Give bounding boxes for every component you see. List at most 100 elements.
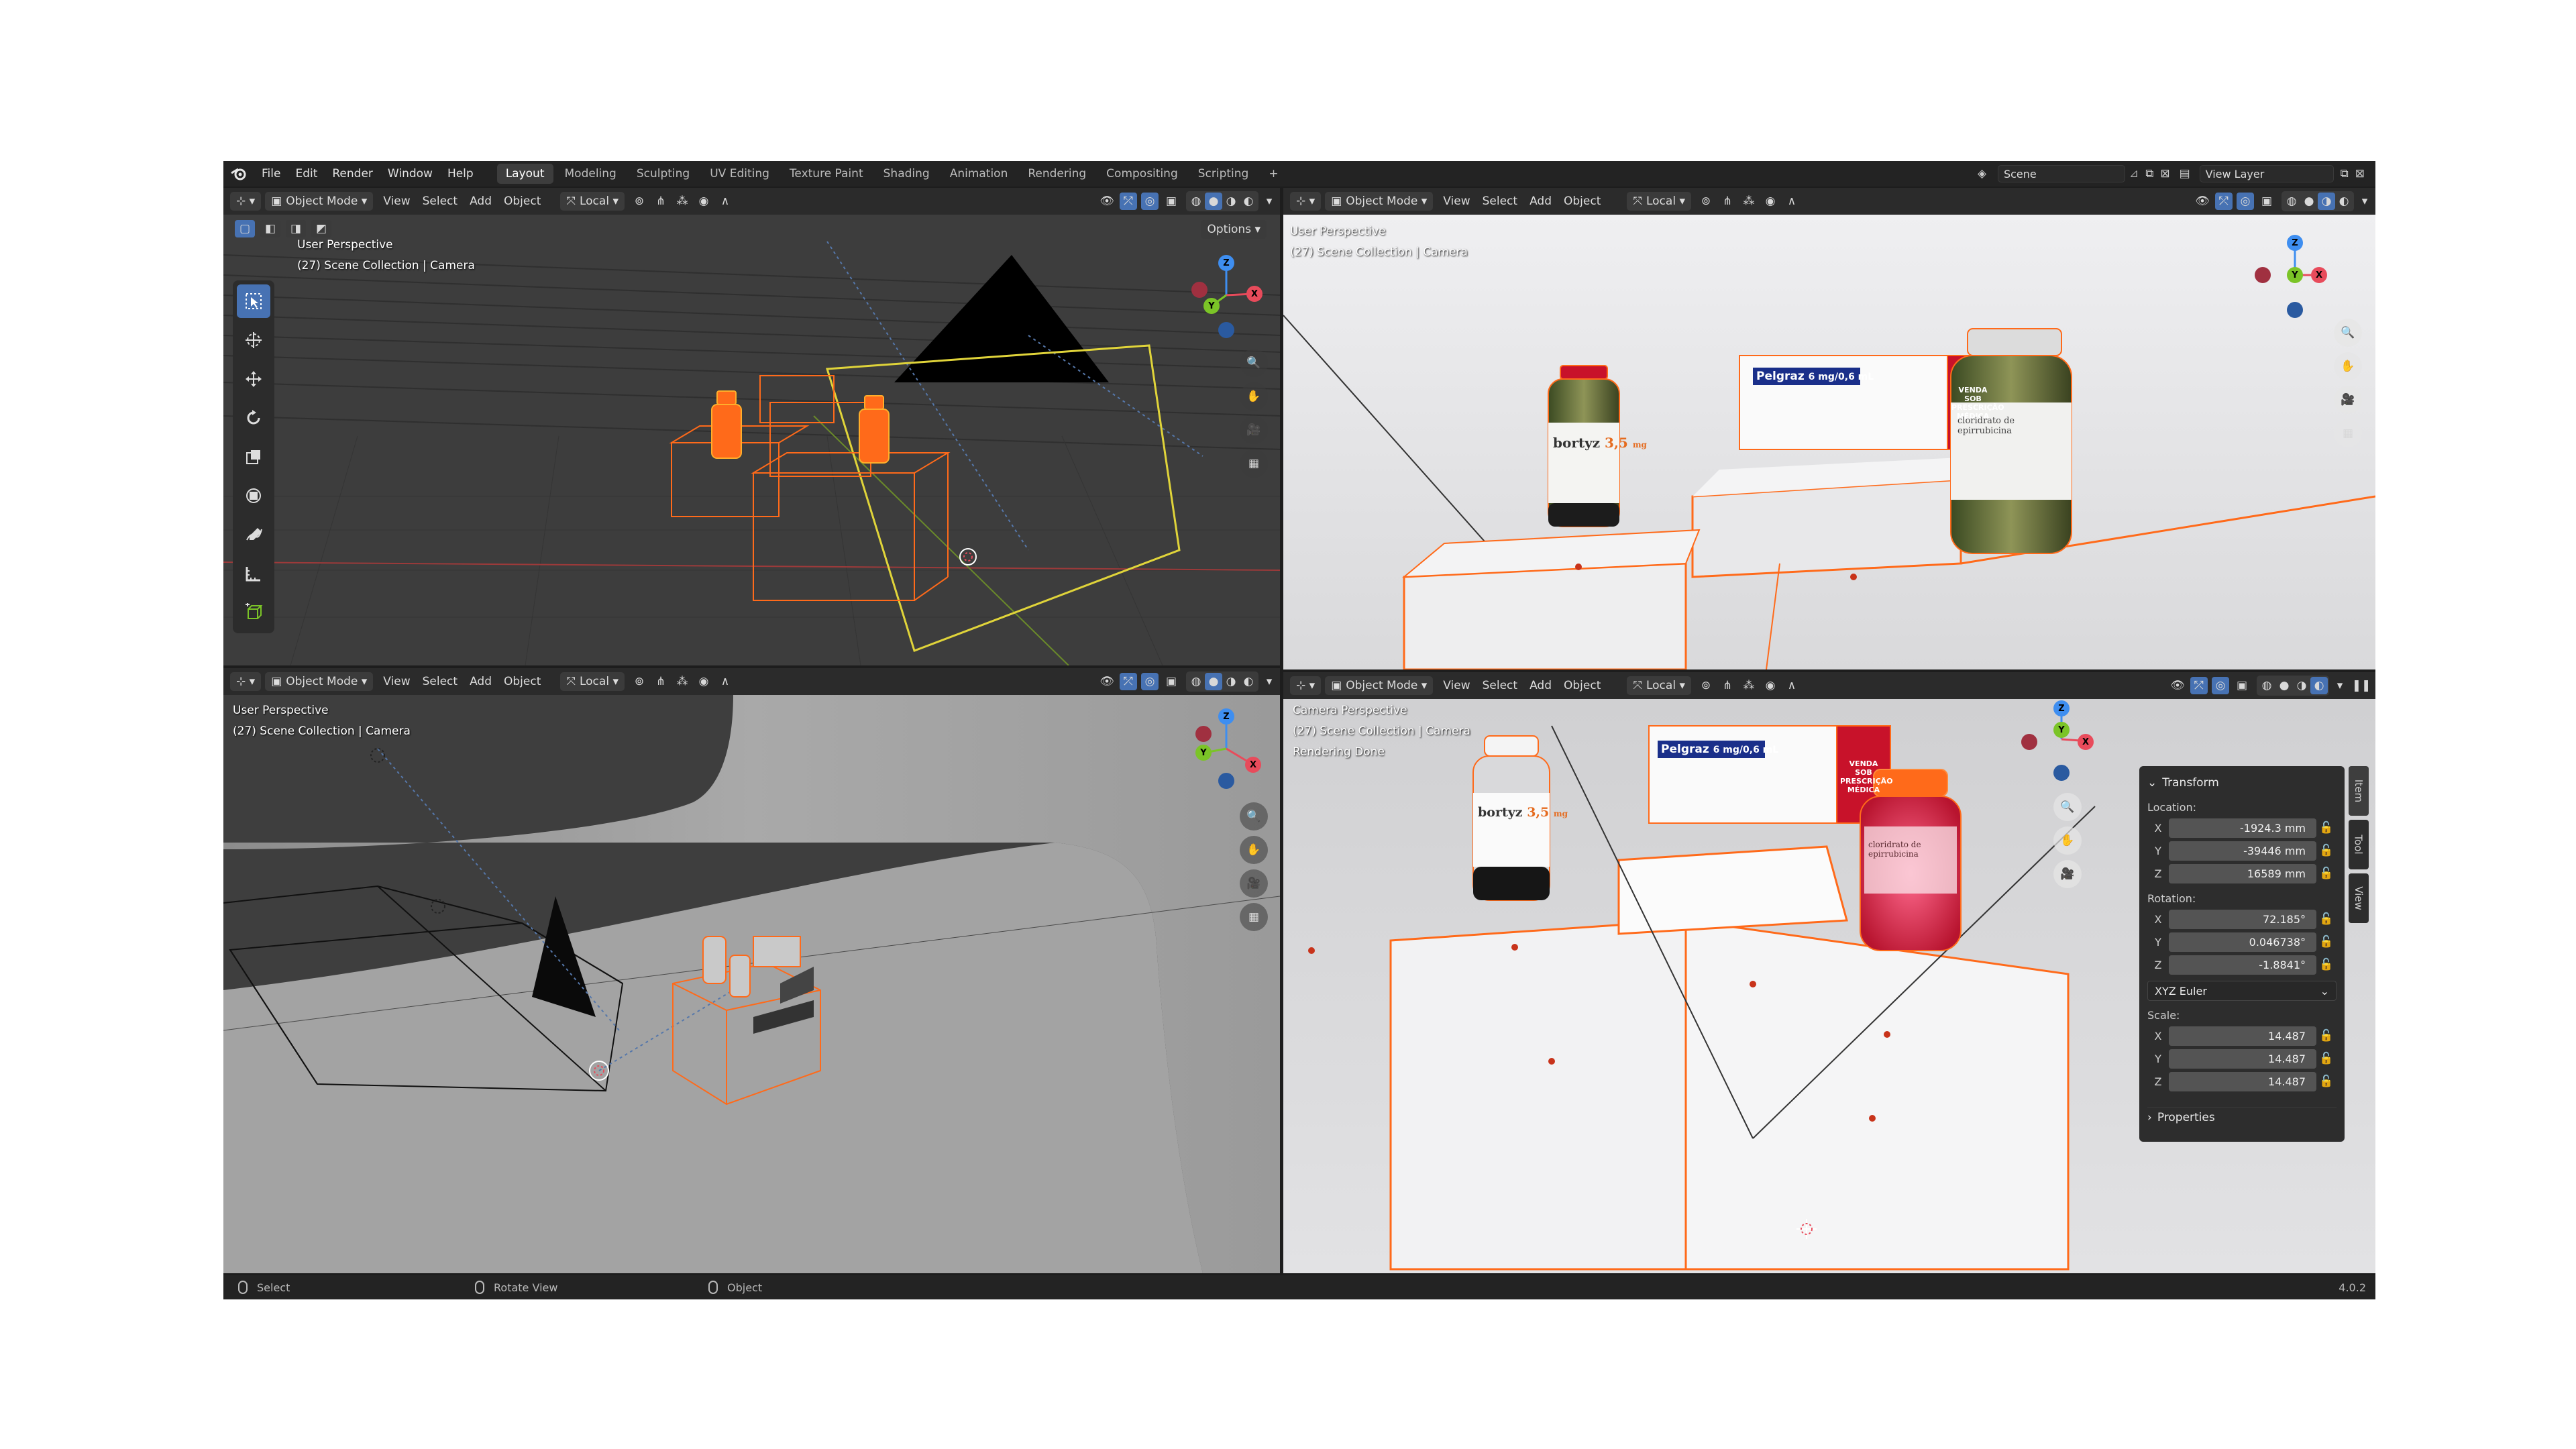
viewport-bottom-left[interactable]: ⊹ ▾ ▣ Object Mode ▾ View Select Add Objec… <box>223 668 1280 1273</box>
mode-dropdown[interactable]: ▣ Object Mode ▾ <box>1325 676 1434 695</box>
gizmo-z-axis[interactable]: Z <box>1218 255 1234 271</box>
location-z-field[interactable]: 16589 mm <box>2169 863 2316 883</box>
lock-icon[interactable]: 🔓 <box>2316 1075 2337 1088</box>
zoom-icon[interactable]: 🔍 <box>2334 319 2362 347</box>
pause-render-icon[interactable]: ❚❚ <box>2352 677 2371 694</box>
xray-toggle-icon[interactable]: ▣ <box>2258 193 2275 210</box>
gizmo-y-axis[interactable]: Y <box>1195 745 1212 761</box>
menu-object[interactable]: Object <box>498 672 547 691</box>
overlay-toggle-icon[interactable]: ◎ <box>1141 673 1159 690</box>
tab-view[interactable]: View <box>2349 873 2369 923</box>
new-scene-icon[interactable]: ⧉ <box>2145 167 2153 180</box>
tab-compositing[interactable]: Compositing <box>1097 164 1187 184</box>
visibility-icon[interactable]: 👁 <box>1098 193 1116 210</box>
xray-toggle-icon[interactable]: ▣ <box>1163 673 1180 690</box>
zoom-icon[interactable]: 🔍 <box>1240 802 1268 830</box>
material-shading-icon[interactable]: ◑ <box>2318 193 2335 210</box>
tab-modeling[interactable]: Modeling <box>556 164 625 184</box>
scene-selector[interactable]: ◈ Scene ⊿ ⧉ ⊠ <box>1978 165 2170 182</box>
falloff-icon[interactable]: ∧ <box>716 193 734 210</box>
select-new-icon[interactable]: ▢ <box>235 220 255 237</box>
menu-object[interactable]: Object <box>498 192 547 211</box>
new-view-layer-icon[interactable]: ⧉ <box>2341 167 2349 180</box>
lock-icon[interactable]: 🔓 <box>2316 958 2337 971</box>
tab-layout[interactable]: Layout <box>496 164 553 184</box>
options-dropdown[interactable]: Options ▾ <box>1201 220 1267 239</box>
editor-type-button[interactable]: ⊹ ▾ <box>1290 676 1322 695</box>
tab-shading[interactable]: Shading <box>875 164 938 184</box>
gizmo-z-axis[interactable]: Z <box>2287 235 2303 251</box>
lock-icon[interactable]: 🔓 <box>2316 821 2337 835</box>
menu-view[interactable]: View <box>1437 676 1476 695</box>
gizmo-neg-z-axis[interactable] <box>2053 765 2070 781</box>
gizmo-toggle-icon[interactable]: ⤱ <box>2190 677 2208 694</box>
menu-select[interactable]: Select <box>1477 676 1523 695</box>
scale-z-field[interactable]: 14.487 <box>2169 1071 2316 1091</box>
snap-icon[interactable]: ⋔ <box>1719 193 1736 210</box>
tab-tool[interactable]: Tool <box>2349 820 2369 869</box>
rendered-shading-icon[interactable]: ◐ <box>1240 673 1257 690</box>
transform-orientation-dropdown[interactable]: ⤧ Local ▾ <box>1627 676 1691 695</box>
tab-texture-paint[interactable]: Texture Paint <box>781 164 872 184</box>
rotation-y-field[interactable]: 0.046738° <box>2169 932 2316 952</box>
snap-icon[interactable]: ⋔ <box>1719 677 1736 694</box>
solid-shading-icon[interactable]: ● <box>1205 673 1222 690</box>
tab-animation[interactable]: Animation <box>941 164 1017 184</box>
viewport-canvas[interactable]: User Perspective (27) Scene Collection |… <box>223 215 1280 665</box>
measure-tool-icon[interactable] <box>237 557 270 590</box>
rendered-shading-icon[interactable]: ◐ <box>2310 677 2328 694</box>
viewport-canvas[interactable]: User Perspective (27) Scene Collection |… <box>223 695 1280 1273</box>
material-shading-icon[interactable]: ◑ <box>1222 193 1240 210</box>
viewport-top-left[interactable]: ⊹ ▾ ▣ Object Mode ▾ View Select Add Objec… <box>223 188 1280 665</box>
tab-item[interactable]: Item <box>2349 766 2369 816</box>
visibility-icon[interactable]: 👁 <box>1098 673 1116 690</box>
zoom-icon[interactable]: 🔍 <box>1240 349 1268 377</box>
lock-icon[interactable]: 🔓 <box>2316 844 2337 857</box>
gizmo-neg-z-axis[interactable] <box>2287 302 2303 318</box>
gizmo-y-axis[interactable]: Y <box>2287 267 2303 283</box>
gizmo-toggle-icon[interactable]: ⤱ <box>2215 193 2233 210</box>
menu-add[interactable]: Add <box>464 672 498 691</box>
gizmo-neg-x-axis[interactable] <box>2021 734 2037 750</box>
scene-name-field[interactable]: Scene <box>1997 165 2125 182</box>
proportional-edit-icon[interactable]: ◉ <box>1762 677 1779 694</box>
menu-object[interactable]: Object <box>1558 192 1607 211</box>
menu-object[interactable]: Object <box>1558 676 1607 695</box>
tab-scripting[interactable]: Scripting <box>1189 164 1258 184</box>
proportional-edit-icon[interactable]: ◉ <box>695 193 712 210</box>
lock-icon[interactable]: 🔓 <box>2316 935 2337 949</box>
menu-select[interactable]: Select <box>417 672 464 691</box>
lock-icon[interactable]: 🔓 <box>2316 867 2337 880</box>
editor-type-button[interactable]: ⊹ ▾ <box>1290 192 1322 211</box>
material-shading-icon[interactable]: ◑ <box>2293 677 2310 694</box>
camera-view-icon[interactable]: 🎥 <box>1240 416 1268 444</box>
menu-file[interactable]: File <box>254 167 288 180</box>
scale-tool-icon[interactable] <box>237 440 270 474</box>
falloff-icon[interactable]: ∧ <box>1783 677 1801 694</box>
navigation-gizmo[interactable]: Z X Y <box>1186 255 1267 338</box>
gizmo-x-axis[interactable]: X <box>1246 286 1263 302</box>
ortho-grid-icon[interactable]: ▦ <box>1240 903 1268 931</box>
menu-add[interactable]: Add <box>464 192 498 211</box>
pan-hand-icon[interactable]: ✋ <box>1240 382 1268 411</box>
menu-select[interactable]: Select <box>1477 192 1523 211</box>
transform-panel-header[interactable]: ⌄ Transform <box>2147 773 2337 793</box>
transform-orientation-dropdown[interactable]: ⤧ Local ▾ <box>560 672 625 691</box>
gizmo-y-axis[interactable]: Y <box>1203 298 1220 314</box>
rotation-x-field[interactable]: 72.185° <box>2169 909 2316 929</box>
gizmo-neg-z-axis[interactable] <box>1218 322 1234 338</box>
zoom-icon[interactable]: 🔍 <box>2053 793 2082 821</box>
move-tool-icon[interactable] <box>237 362 270 396</box>
gizmo-x-axis[interactable]: X <box>2311 267 2327 283</box>
wireframe-shading-icon[interactable]: ◍ <box>1187 193 1205 210</box>
pivot-icon[interactable]: ⊚ <box>631 673 648 690</box>
gizmo-x-axis[interactable]: X <box>1245 757 1261 773</box>
shading-options-icon[interactable]: ▾ <box>1260 673 1278 690</box>
navigation-gizmo[interactable]: Z X Y <box>1186 708 1267 789</box>
menu-edit[interactable]: Edit <box>288 167 325 180</box>
editor-type-button[interactable]: ⊹ ▾ <box>230 192 262 211</box>
overlay-toggle-icon[interactable]: ◎ <box>1141 193 1159 210</box>
solid-shading-icon[interactable]: ● <box>2300 193 2318 210</box>
transform-orientation-dropdown[interactable]: ⤧ Local ▾ <box>560 192 625 211</box>
pan-hand-icon[interactable]: ✋ <box>2053 826 2082 855</box>
